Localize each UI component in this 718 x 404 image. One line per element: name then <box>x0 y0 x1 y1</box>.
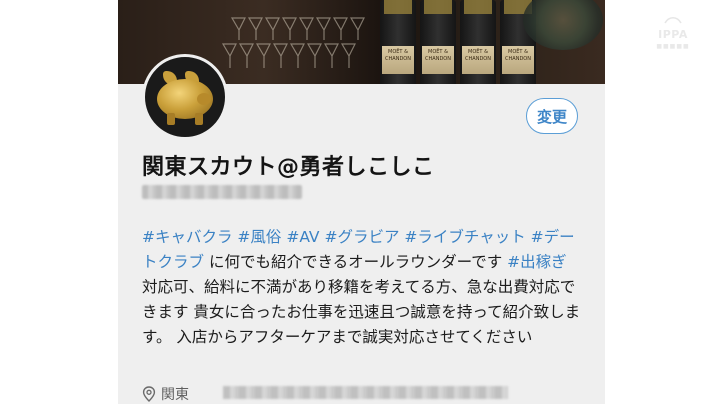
location-text: 関東 <box>161 387 189 403</box>
avatar[interactable] <box>142 54 228 140</box>
champagne-bottle: MOËT & CHANDON <box>460 0 496 84</box>
location-pin-icon <box>142 386 156 402</box>
bio-text-continued: 対応可、給料に不満があり移籍を考えてる方、急な出費対応できます 貴女に合ったお仕… <box>142 278 581 346</box>
champagne-bottle: MOËT & CHANDON <box>420 0 456 84</box>
bio-hashtag-dekasegi[interactable]: #出稼ぎ <box>507 253 567 271</box>
watermark-subtext: ■■■■■ <box>656 43 690 50</box>
display-name: 関東スカウト@勇者しこしこ <box>142 155 435 180</box>
bio-text: に何でも紹介できるオールラウンダーです <box>204 253 508 271</box>
watermark-logo: IPPA ■■■■■ <box>645 15 701 50</box>
watermark-swirl-icon <box>664 17 682 24</box>
profile-card: MOËT & CHANDON MOËT & CHANDON MOËT & CHA… <box>118 0 605 404</box>
username-handle-blurred <box>142 185 302 199</box>
website-link-blurred[interactable] <box>223 386 508 399</box>
champagne-glasses-decoration <box>221 17 365 68</box>
champagne-bottle: MOËT & CHANDON <box>380 0 416 84</box>
location-row: 関東 <box>142 384 189 404</box>
edit-profile-button[interactable]: 変更 <box>526 98 578 134</box>
profile-bio: #キャバクラ #風俗 #AV #グラビア #ライブチャット #デートクラブ に何… <box>142 225 582 350</box>
